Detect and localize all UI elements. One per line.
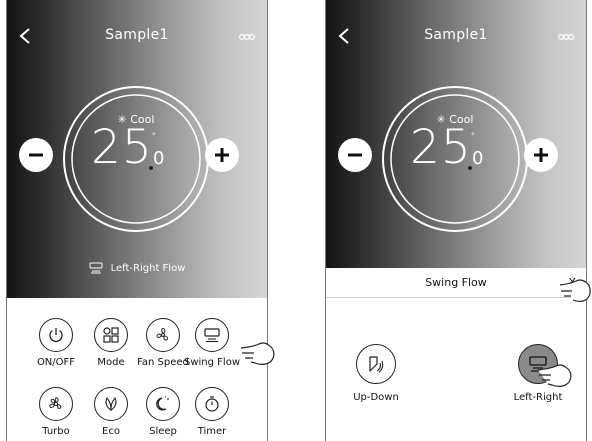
increase-temp-button[interactable] (524, 138, 558, 172)
pointing-hand-icon (537, 364, 572, 387)
device-title: Sample1 (424, 27, 488, 43)
ac-control-panel: Sample1 ✳ Cool 25 ° 0 (326, 0, 586, 268)
option-up-down[interactable]: Up-Down (331, 344, 421, 403)
phone-screen-main: Sample1 ✳ Cool 25 ° 0 Left-Right Flow ON… (6, 0, 268, 441)
function-swing-flow[interactable]: Swing Flow (182, 318, 242, 368)
function-label: Turbo (42, 426, 70, 437)
mode-icon (103, 327, 119, 343)
timer-icon (205, 396, 219, 412)
function-turbo[interactable]: Turbo (26, 387, 86, 437)
plus-icon (534, 148, 548, 162)
function-onoff[interactable]: ON/OFF (26, 318, 86, 368)
temperature-unit: ° (471, 132, 475, 140)
more-options-icon[interactable] (558, 33, 574, 41)
function-label: Swing Flow (184, 357, 240, 368)
function-label: Eco (102, 426, 120, 437)
swing-flow-header: Swing Flow X (326, 268, 586, 298)
pointing-hand-icon (240, 342, 275, 365)
temperature-value: 25 (410, 120, 472, 175)
turbo-icon (49, 397, 62, 410)
flow-status: Left-Right Flow (7, 262, 267, 274)
power-icon (49, 328, 63, 342)
flow-status-label: Left-Right Flow (110, 262, 186, 274)
decrease-temp-button[interactable] (338, 138, 372, 172)
temperature-unit: ° (152, 132, 156, 140)
eco-icon (105, 396, 117, 411)
swing-flow-icon (204, 328, 220, 343)
minus-icon (29, 153, 43, 157)
fan-speed-icon (156, 327, 169, 341)
function-eco[interactable]: Eco (81, 387, 141, 437)
option-label: Left-Right (513, 392, 563, 403)
temperature-value: 25 (91, 120, 153, 175)
temperature-dial: ✳ Cool 25 ° 0 (380, 84, 530, 234)
function-grid: ON/OFF Mode Fan Speed Swing Flow Turbo E… (7, 298, 267, 441)
device-title: Sample1 (105, 27, 169, 43)
function-mode[interactable]: Mode (81, 318, 141, 368)
function-label: Timer (197, 426, 227, 437)
swing-flow-title: Swing Flow (425, 276, 487, 289)
temperature-dial: ✳ Cool 25 ° 0 (61, 84, 211, 234)
pointing-hand-icon (559, 279, 591, 302)
left-right-flow-icon (89, 262, 103, 274)
minus-icon (348, 153, 362, 157)
more-options-icon[interactable] (239, 33, 255, 41)
option-label: Up-Down (353, 392, 399, 403)
temperature-decimal: 0 (153, 148, 165, 169)
sleep-icon (156, 396, 169, 411)
function-timer[interactable]: Timer (182, 387, 242, 437)
temperature-decimal: 0 (472, 148, 484, 169)
up-down-icon (369, 356, 384, 373)
ac-control-panel: Sample1 ✳ Cool 25 ° 0 (7, 0, 267, 298)
decrease-temp-button[interactable] (19, 138, 53, 172)
plus-icon (215, 148, 229, 162)
function-label: ON/OFF (36, 357, 76, 368)
function-label: Mode (97, 357, 125, 368)
increase-temp-button[interactable] (205, 138, 239, 172)
